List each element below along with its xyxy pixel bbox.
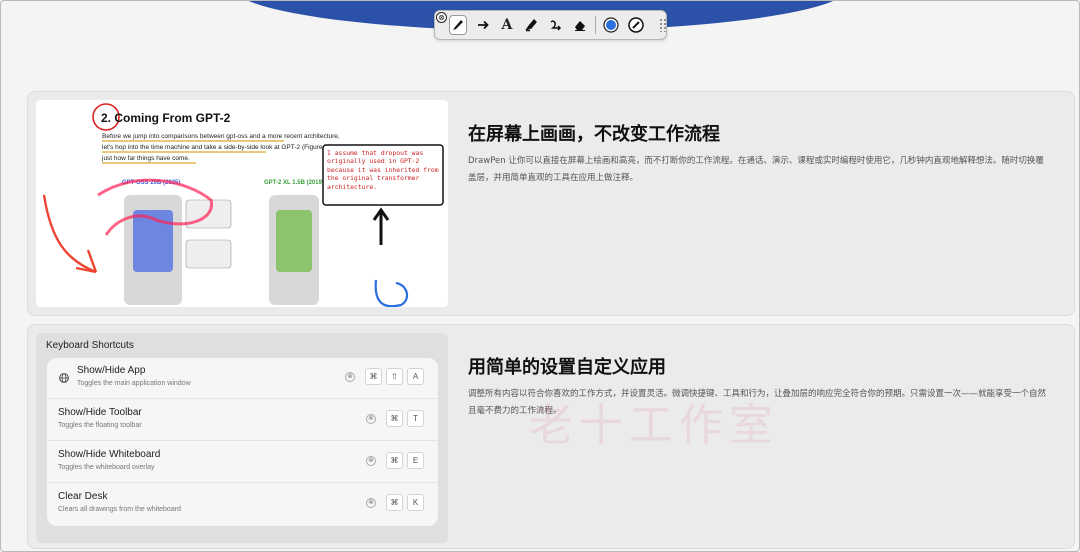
shortcut-description: Toggles the floating toolbar — [58, 422, 142, 429]
preview-heading: 2. Coming From GPT-2 — [101, 111, 231, 125]
stroke-width-button[interactable] — [626, 15, 644, 35]
feature-card-drawing: 2. Coming From GPT-2 Before we jump into… — [27, 91, 1075, 316]
shortcut-keys: ⊗ ⌘ ⇧ A — [345, 368, 424, 385]
right-model-label: GPT-2 XL 1.5B (2019) — [264, 180, 324, 186]
color-dot-icon — [603, 17, 619, 33]
drawing-preview-image: 2. Coming From GPT-2 Before we jump into… — [36, 100, 448, 307]
shortcut-row-show-hide-whiteboard[interactable]: Show/Hide Whiteboard Toggles the whitebo… — [47, 442, 438, 483]
feature-1-title: 在屏幕上画画，不改变工作流程 — [468, 124, 720, 145]
key-cap: ⌘ — [386, 494, 403, 511]
eraser-icon — [574, 21, 585, 31]
key-cap: T — [407, 410, 424, 427]
feature-2-description: 调整所有内容以符合你喜欢的工作方式，并设置灵活。微调快捷键、工具和行为，让叠加层… — [468, 389, 1047, 416]
clear-shortcut-icon[interactable]: ⊗ — [366, 413, 376, 424]
drag-handle[interactable] — [658, 18, 667, 32]
shortcut-keys: ⊗ ⌘ T — [366, 410, 424, 427]
feature-card-settings: Keyboard Shortcuts Show/Hide App Toggles… — [27, 324, 1075, 549]
globe-icon — [59, 373, 69, 383]
shortcut-name: Show/Hide Whiteboard — [58, 449, 161, 460]
shortcut-description: Toggles the main application window — [77, 380, 191, 387]
shortcut-keys: ⊗ ⌘ E — [366, 452, 424, 469]
floating-toolbar: ⊗ A — [434, 10, 667, 40]
handwritten-note: I assume that dropout was originally use… — [327, 149, 439, 191]
annotated-article-graphic: 2. Coming From GPT-2 Before we jump into… — [42, 103, 444, 307]
curve-tool-button[interactable] — [546, 15, 564, 35]
shortcut-keys: ⊗ ⌘ K — [366, 494, 424, 511]
highlighter-icon — [525, 18, 538, 32]
arrow-icon — [477, 20, 489, 30]
shortcut-row-clear-desk[interactable]: Clear Desk Clears all drawings from the … — [47, 484, 438, 525]
clear-shortcut-icon[interactable]: ⊗ — [345, 371, 355, 382]
shortcut-description: Clears all drawings from the whiteboard — [58, 506, 181, 513]
shortcut-row-show-hide-toolbar[interactable]: Show/Hide Toolbar Toggles the floating t… — [47, 400, 438, 441]
shortcut-row-show-hide-app[interactable]: Show/Hide App Toggles the main applicati… — [47, 358, 438, 399]
pen-tool-button[interactable] — [449, 15, 468, 35]
keyboard-shortcuts-panel: Keyboard Shortcuts Show/Hide App Toggles… — [36, 333, 448, 543]
app-window: ⊗ A 2. Coming From GPT-2 Before we jump … — [0, 0, 1080, 552]
feature-2-title: 用简单的设置自定义应用 — [468, 357, 666, 378]
shortcut-description: Toggles the whiteboard overlay — [58, 464, 155, 471]
key-cap: ⇧ — [386, 368, 403, 385]
preview-line-1: Before we jump into comparisons between … — [102, 133, 340, 140]
curve-icon — [550, 20, 561, 31]
shortcuts-title: Keyboard Shortcuts — [46, 340, 134, 351]
shortcut-name: Show/Hide App — [77, 365, 146, 376]
key-cap: ⌘ — [365, 368, 382, 385]
highlighter-tool-button[interactable] — [522, 15, 540, 35]
shortcut-name: Show/Hide Toolbar — [58, 407, 142, 418]
color-picker-button[interactable] — [602, 15, 620, 35]
pen-icon — [453, 20, 464, 30]
eraser-tool-button[interactable] — [571, 15, 589, 35]
text-icon: A — [501, 17, 513, 33]
clear-shortcut-icon[interactable]: ⊗ — [366, 497, 376, 508]
toolbar-divider — [595, 16, 597, 34]
shortcut-name: Clear Desk — [58, 491, 108, 502]
text-tool-button[interactable]: A — [498, 15, 516, 35]
key-cap: ⌘ — [386, 452, 403, 469]
key-cap: A — [407, 368, 424, 385]
arrow-tool-button[interactable] — [473, 15, 491, 35]
preview-line-3: just how far things have come. — [101, 155, 190, 162]
stroke-width-icon — [627, 17, 644, 33]
key-cap: K — [407, 494, 424, 511]
preview-line-2: let's hop into the time machine and take… — [102, 144, 350, 151]
close-icon[interactable]: ⊗ — [436, 12, 447, 23]
key-cap: ⌘ — [386, 410, 403, 427]
key-cap: E — [407, 452, 424, 469]
clear-shortcut-icon[interactable]: ⊗ — [366, 455, 376, 466]
feature-1-description: DrawPen 让你可以直接在屏幕上绘画和高亮，而不打断你的工作流程。在通话、演… — [468, 156, 1044, 183]
shortcuts-list: Show/Hide App Toggles the main applicati… — [47, 358, 438, 526]
